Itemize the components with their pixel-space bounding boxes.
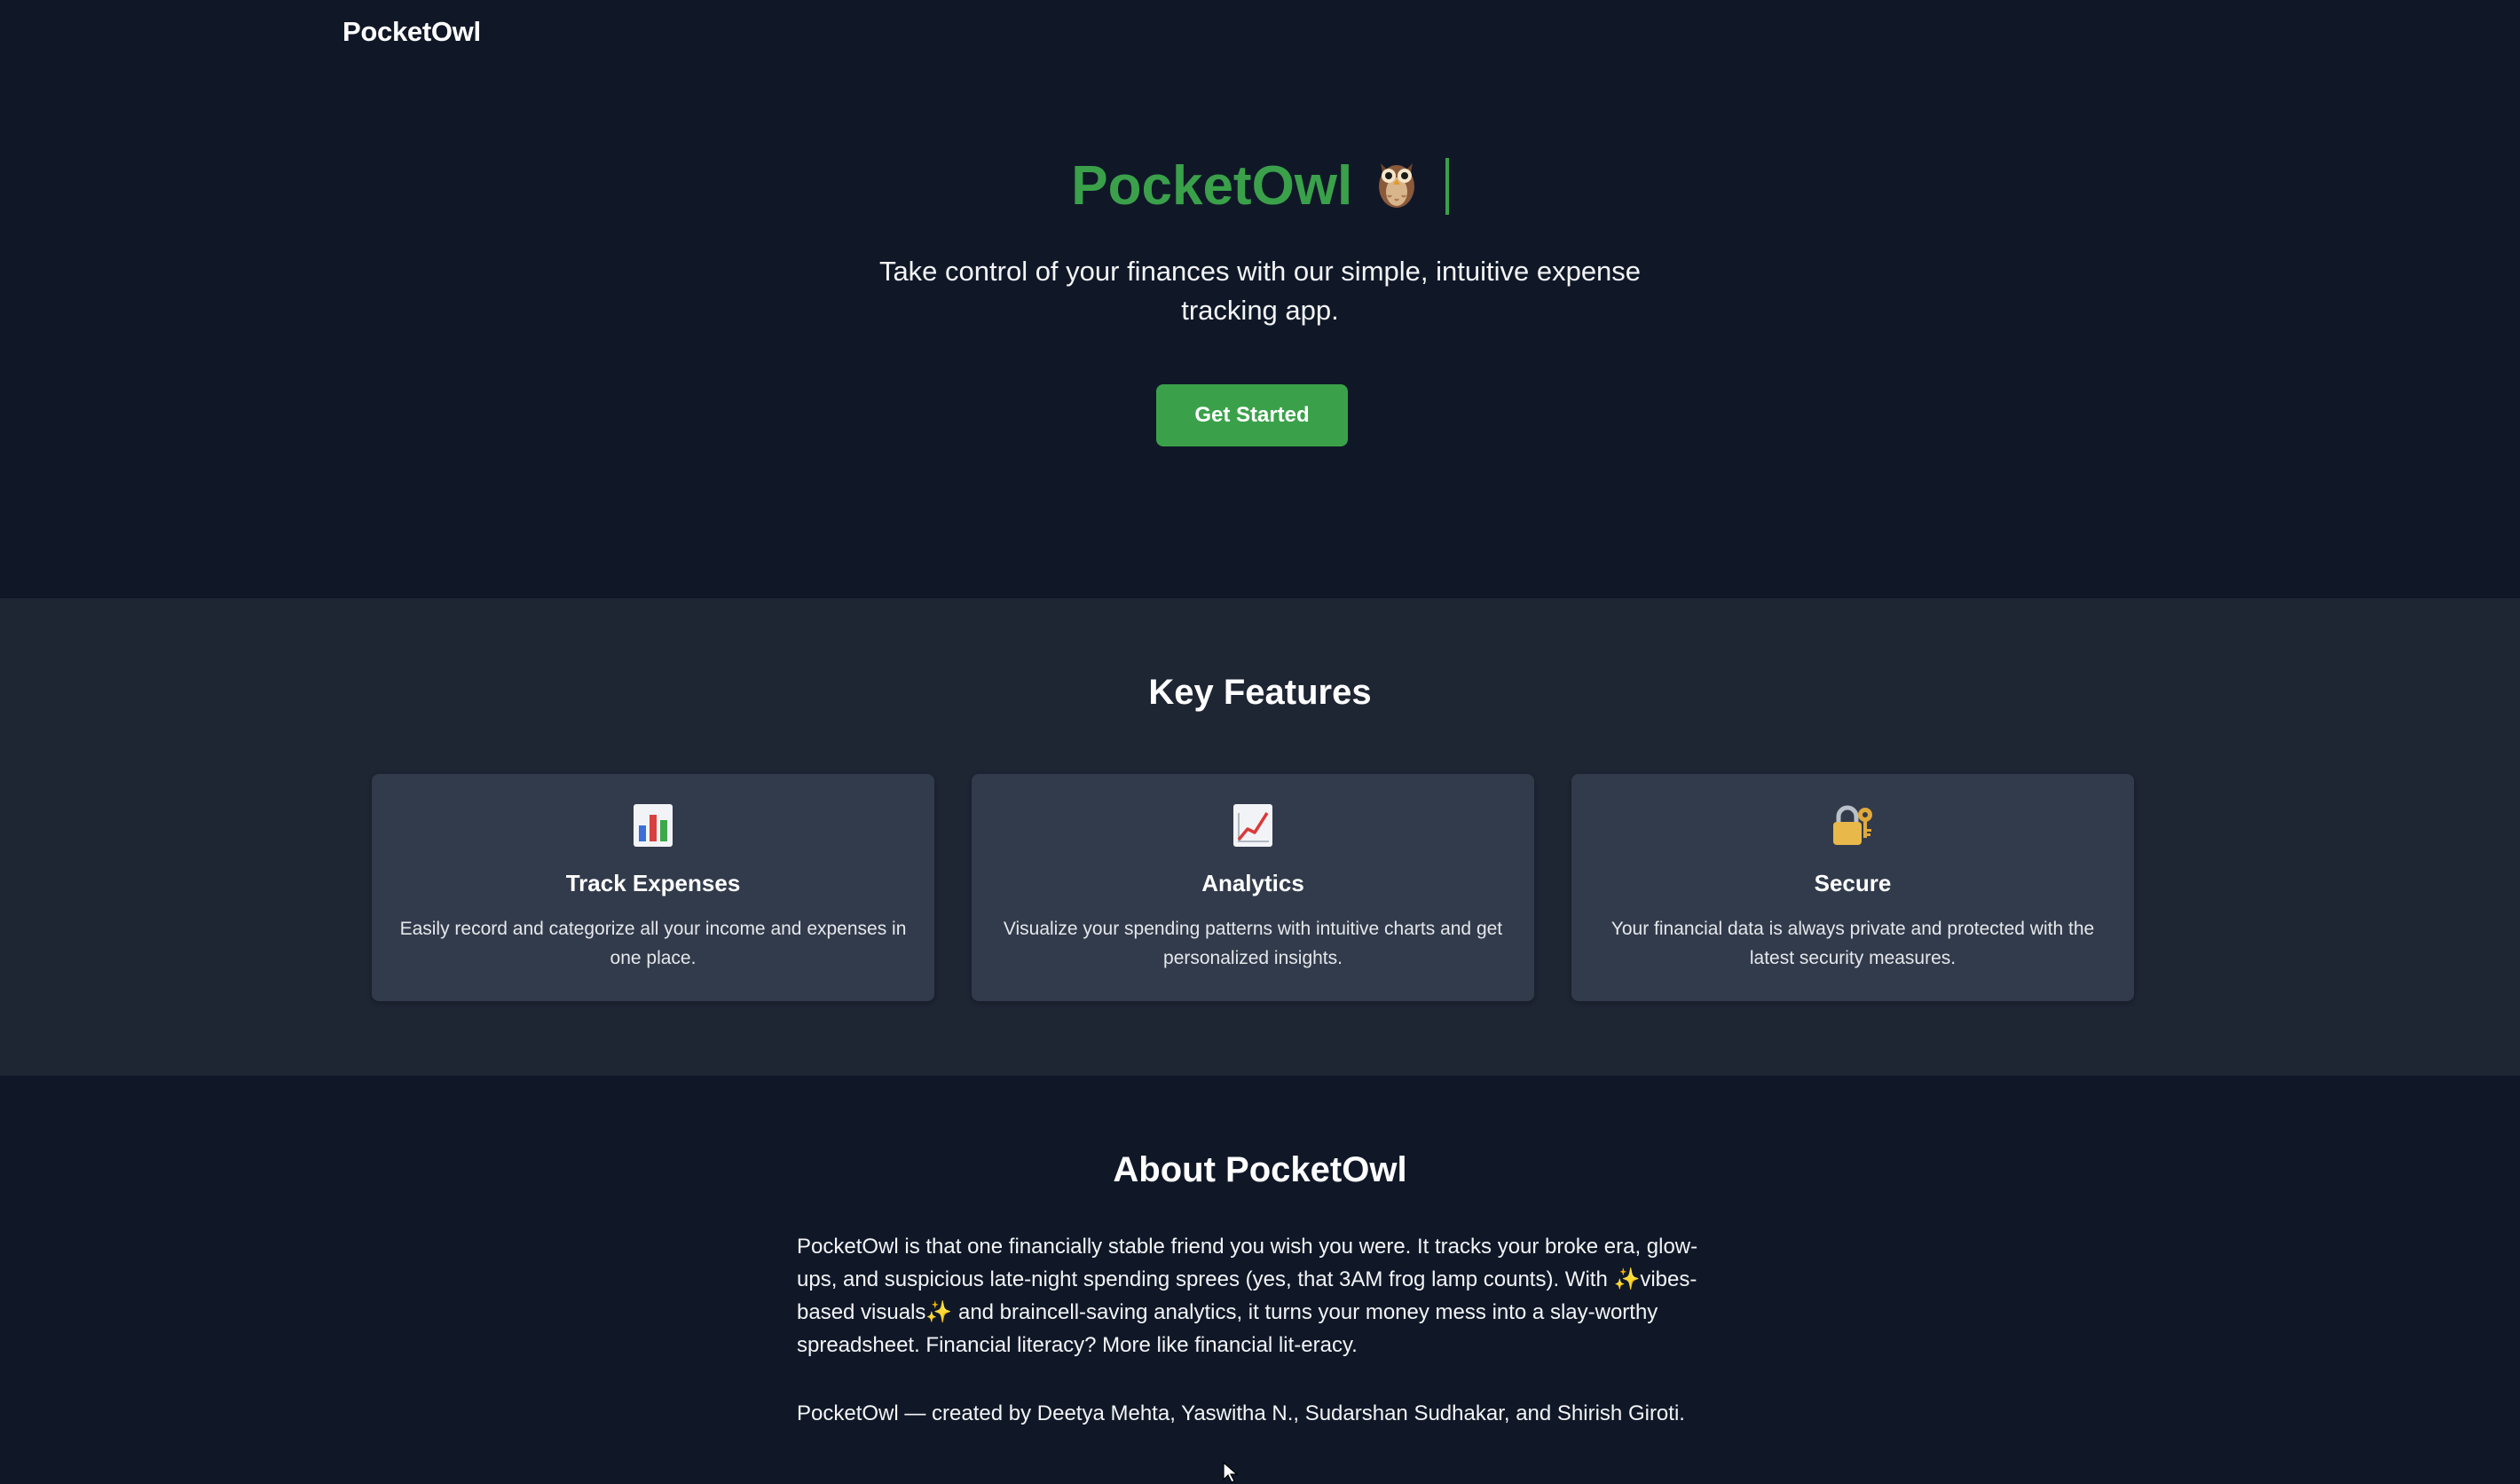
feature-description: Your financial data is always private an… <box>1610 919 2095 968</box>
features-section: Key Features Track Expenses Easily recor… <box>0 598 2520 1076</box>
about-credits: PocketOwl — created by Deetya Mehta, Yas… <box>797 1401 1685 1425</box>
feature-title: Track Expenses <box>565 870 741 896</box>
hero-subtitle: Take control of your finances with our s… <box>878 256 1642 326</box>
hero-section: PocketOwl Take control of your finances … <box>0 69 2520 598</box>
landing-page: PocketOwl PocketOwl Take control of your… <box>0 0 2520 1484</box>
feature-title: Analytics <box>1201 870 1304 896</box>
nav-brand-logo[interactable]: PocketOwl <box>343 16 481 48</box>
feature-description: Visualize your spending patterns with in… <box>1003 919 1503 968</box>
features-title: Key Features <box>1148 673 1372 712</box>
feature-card-track-expenses: Track Expenses Easily record and categor… <box>372 774 934 1001</box>
feature-card-analytics: Analytics Visualize your spending patter… <box>972 774 1534 1001</box>
line-chart-icon <box>972 802 1534 849</box>
owl-icon <box>1375 153 1418 227</box>
about-section: About PocketOwl PocketOwl is that one fi… <box>0 1076 2520 1484</box>
mouse-cursor-icon <box>1222 1461 1240 1484</box>
feature-card-secure: Secure Your financial data is always pri… <box>1571 774 2134 1001</box>
get-started-button[interactable]: Get Started <box>1156 384 1348 446</box>
top-navbar: PocketOwl <box>0 0 2520 69</box>
hero-title: PocketOwl <box>0 151 2520 227</box>
about-title: About PocketOwl <box>1113 1150 1407 1189</box>
feature-title: Secure <box>1814 870 1892 896</box>
about-body-text: PocketOwl is that one financially stable… <box>797 1235 1698 1357</box>
hero-title-text: PocketOwl <box>1071 155 1353 217</box>
bar-chart-icon <box>372 802 934 849</box>
typing-caret <box>1445 157 1449 215</box>
lock-key-icon <box>1571 802 2134 849</box>
feature-description: Easily record and categorize all your in… <box>399 919 907 968</box>
